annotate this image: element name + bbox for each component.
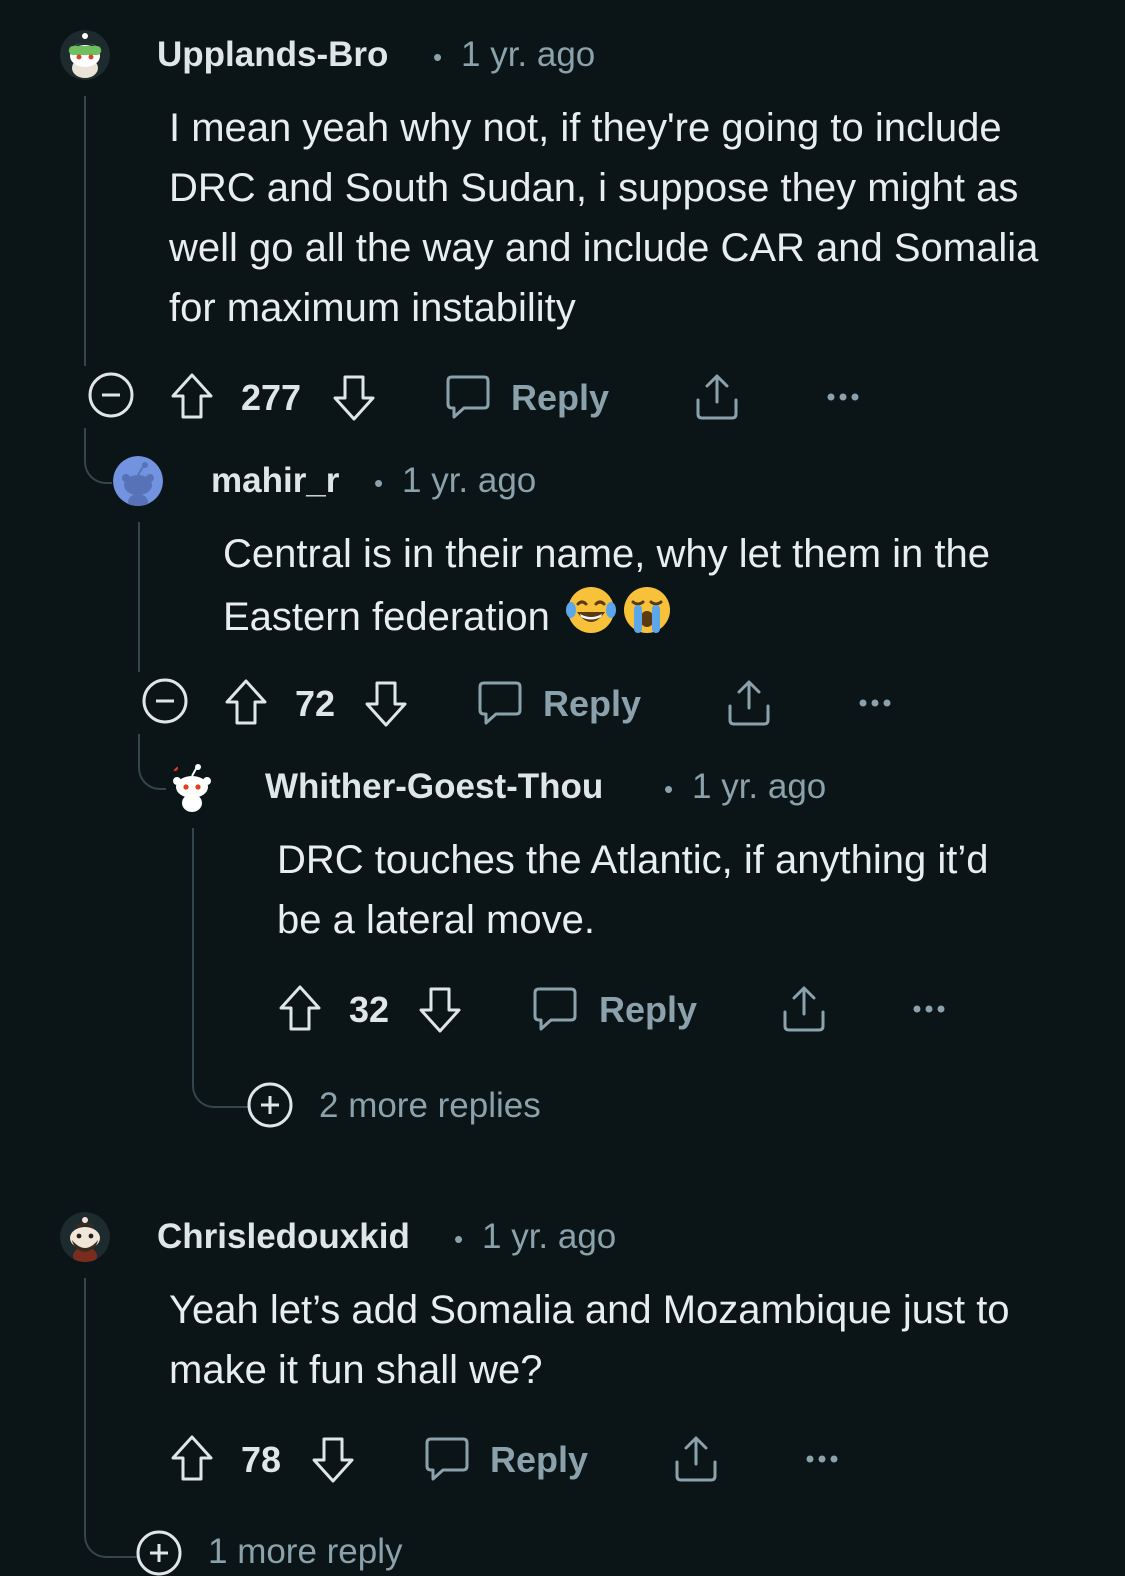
reply-button[interactable]: Reply xyxy=(543,683,641,725)
downvote-icon[interactable] xyxy=(332,374,376,422)
share-icon[interactable] xyxy=(694,372,740,420)
reply-icon[interactable] xyxy=(446,374,490,420)
snoo-bearded-avatar-icon xyxy=(60,1212,110,1262)
downvote-icon[interactable] xyxy=(311,1436,355,1484)
reply-icon[interactable] xyxy=(478,680,522,726)
more-options-icon[interactable] xyxy=(806,1455,838,1463)
collapse-icon[interactable] xyxy=(142,678,188,724)
thread-line xyxy=(192,828,194,1028)
more-replies-label[interactable]: 1 more reply xyxy=(208,1532,403,1572)
username[interactable]: mahir_r xyxy=(211,461,339,501)
snoo-blue-avatar-icon xyxy=(113,456,163,506)
thread-elbow xyxy=(192,1028,250,1108)
user-avatar[interactable] xyxy=(60,1212,110,1262)
comment-body: Yeah let’s add Somalia and Mozambique ju… xyxy=(169,1288,1010,1392)
username[interactable]: Upplands-Bro xyxy=(157,35,388,75)
more-options-icon[interactable] xyxy=(859,699,891,707)
comment-body: I mean yeah why not, if they're going to… xyxy=(169,106,1039,330)
user-avatar[interactable] xyxy=(167,762,217,812)
timestamp: 1 yr. ago xyxy=(402,461,537,500)
share-icon[interactable] xyxy=(781,984,827,1032)
separator-dot: • xyxy=(664,774,674,804)
reply-button[interactable]: Reply xyxy=(599,989,697,1031)
thread-line xyxy=(138,522,140,672)
snoo-green-hat-avatar-icon xyxy=(60,30,110,80)
thread-elbow xyxy=(84,1508,138,1558)
reply-icon[interactable] xyxy=(425,1436,469,1482)
more-options-icon[interactable] xyxy=(913,1005,945,1013)
vote-score: 78 xyxy=(241,1439,282,1480)
snoo-default-avatar-icon xyxy=(167,762,217,812)
downvote-icon[interactable] xyxy=(418,986,462,1034)
user-avatar[interactable] xyxy=(60,30,110,80)
timestamp: 1 yr. ago xyxy=(482,1217,617,1256)
vote-score: 72 xyxy=(295,683,336,724)
share-icon[interactable] xyxy=(673,1434,719,1482)
comment-body: Central is in their name, why let them i… xyxy=(223,524,1103,647)
more-replies-label[interactable]: 2 more replies xyxy=(319,1086,541,1126)
separator-dot: • xyxy=(454,1224,464,1254)
thread-elbow xyxy=(138,734,166,790)
separator-dot: • xyxy=(433,42,443,72)
expand-icon[interactable] xyxy=(247,1082,293,1128)
timestamp: 1 yr. ago xyxy=(692,767,827,806)
reply-button[interactable]: Reply xyxy=(490,1439,588,1481)
more-options-icon[interactable] xyxy=(827,393,859,401)
tears-of-joy-emoji-icon xyxy=(565,584,617,636)
thread-line xyxy=(84,96,86,366)
thread-elbow xyxy=(84,428,112,484)
comment-body: DRC touches the Atlantic, if anything it… xyxy=(277,838,989,942)
upvote-icon[interactable] xyxy=(224,678,268,726)
collapse-icon[interactable] xyxy=(88,372,134,418)
reply-button[interactable]: Reply xyxy=(511,377,609,419)
username[interactable]: Chrisledouxkid xyxy=(157,1217,410,1257)
upvote-icon[interactable] xyxy=(170,1434,214,1482)
vote-score: 277 xyxy=(241,377,302,418)
downvote-icon[interactable] xyxy=(364,680,408,728)
vote-score: 32 xyxy=(349,989,390,1030)
reply-icon[interactable] xyxy=(533,986,577,1032)
upvote-icon[interactable] xyxy=(278,984,322,1032)
share-icon[interactable] xyxy=(726,678,772,726)
user-avatar[interactable] xyxy=(113,456,163,506)
loudly-crying-emoji-icon xyxy=(621,584,673,636)
expand-icon[interactable] xyxy=(136,1530,182,1576)
timestamp: 1 yr. ago xyxy=(461,35,596,74)
upvote-icon[interactable] xyxy=(170,372,214,420)
thread-line xyxy=(84,1278,86,1508)
separator-dot: • xyxy=(374,468,384,498)
username[interactable]: Whither-Goest-Thou xyxy=(265,767,603,807)
